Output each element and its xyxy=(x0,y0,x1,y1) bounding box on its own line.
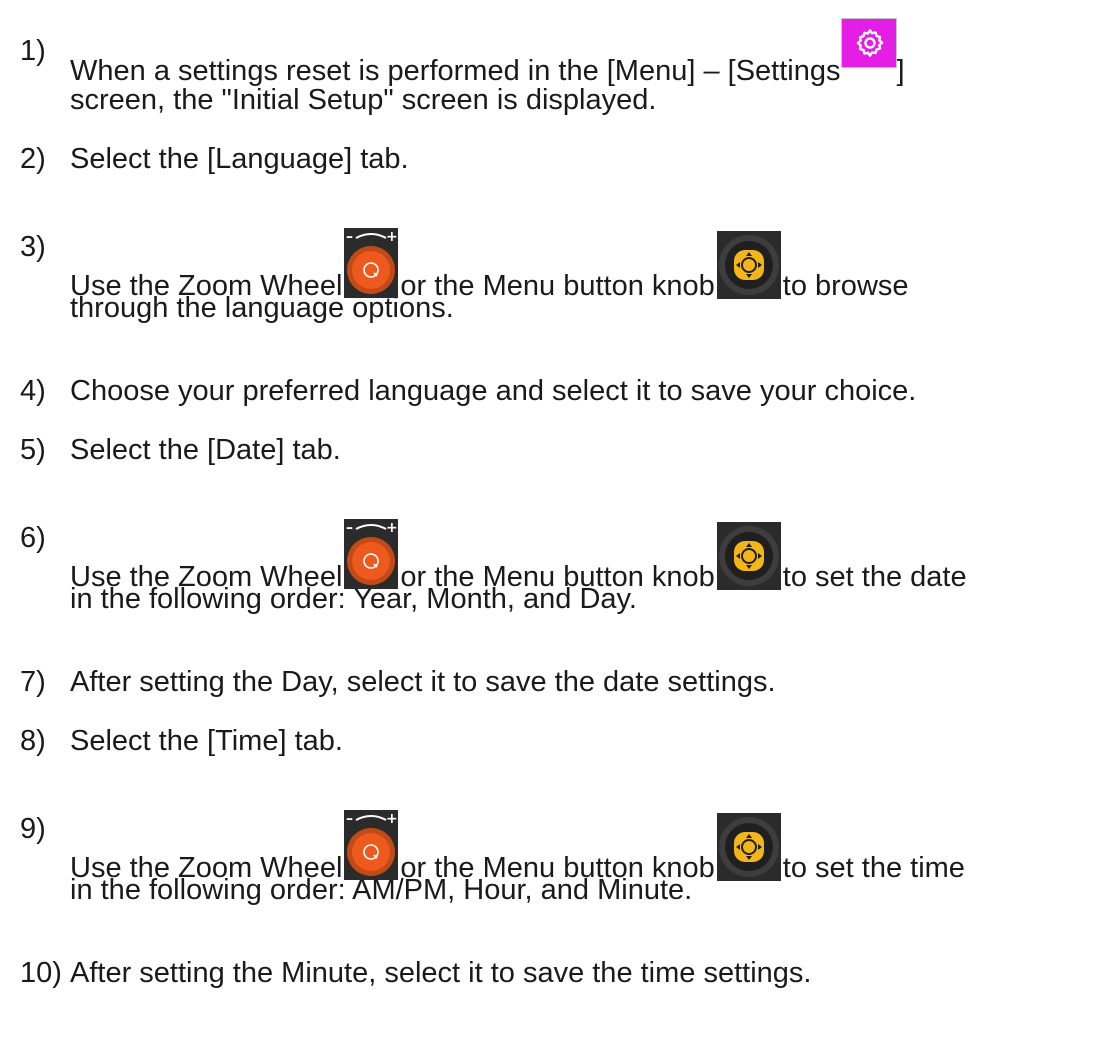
svg-text:+: + xyxy=(386,229,398,245)
step-3: 3) Use the Zoom Wheel – + or the Menu bu… xyxy=(20,228,1105,325)
svg-text:–: – xyxy=(346,229,353,245)
step-text: Choose your preferred language and selec… xyxy=(70,375,917,407)
step-text-part: to set the time xyxy=(782,852,965,884)
step-1: 1) When a settings reset is performed in… xyxy=(20,18,1105,117)
step-text: Select the [Time] tab. xyxy=(70,725,343,757)
step-text: Select the [Language] tab. xyxy=(70,143,409,175)
settings-gear-icon xyxy=(840,18,897,68)
step-6: 6) Use the Zoom Wheel – + or the Menu bu… xyxy=(20,519,1105,616)
step-number: 4) xyxy=(20,375,46,407)
step-text-line2: screen, the "Initial Setup" screen is di… xyxy=(70,84,657,116)
step-number: 9) xyxy=(20,813,46,845)
step-text: When a settings reset is performed in th… xyxy=(70,18,1105,88)
step-number: 2) xyxy=(20,143,46,175)
zoom-wheel-icon: – + xyxy=(344,519,399,589)
step-2: 2) Select the [Language] tab. xyxy=(20,142,1105,176)
svg-text:+: + xyxy=(386,811,398,827)
step-text: After setting the Minute, select it to s… xyxy=(70,957,812,989)
step-number: 5) xyxy=(20,434,46,466)
step-text: Select the [Date] tab. xyxy=(70,434,341,466)
step-text-part: ] xyxy=(896,55,905,87)
step-number: 6) xyxy=(20,522,46,554)
step-number: 1) xyxy=(20,35,46,67)
zoom-wheel-icon: – + xyxy=(344,228,399,298)
step-number: 10) xyxy=(20,957,62,989)
document-page: 1) When a settings reset is performed in… xyxy=(0,0,1108,1059)
zoom-wheel-icon: – + xyxy=(344,810,399,880)
step-8: 8) Select the [Time] tab. xyxy=(20,724,1105,758)
menu-knob-icon xyxy=(716,813,781,881)
step-number: 7) xyxy=(20,666,46,698)
step-10: 10) After setting the Minute, select it … xyxy=(20,956,1105,990)
menu-knob-icon xyxy=(716,522,781,590)
step-7: 7) After setting the Day, select it to s… xyxy=(20,665,1105,699)
step-5: 5) Select the [Date] tab. xyxy=(20,433,1105,467)
svg-text:+: + xyxy=(386,520,398,536)
step-number: 8) xyxy=(20,725,46,757)
step-text-part: to set the date xyxy=(782,561,967,593)
step-9: 9) Use the Zoom Wheel – + or the Menu bu… xyxy=(20,810,1105,907)
step-number: 3) xyxy=(20,231,46,263)
svg-text:–: – xyxy=(346,811,353,827)
step-text: After setting the Day, select it to save… xyxy=(70,666,776,698)
menu-knob-icon xyxy=(716,231,781,299)
svg-text:–: – xyxy=(346,520,353,536)
step-text-part: to browse xyxy=(782,270,909,302)
step-4: 4) Choose your preferred language and se… xyxy=(20,374,1105,408)
